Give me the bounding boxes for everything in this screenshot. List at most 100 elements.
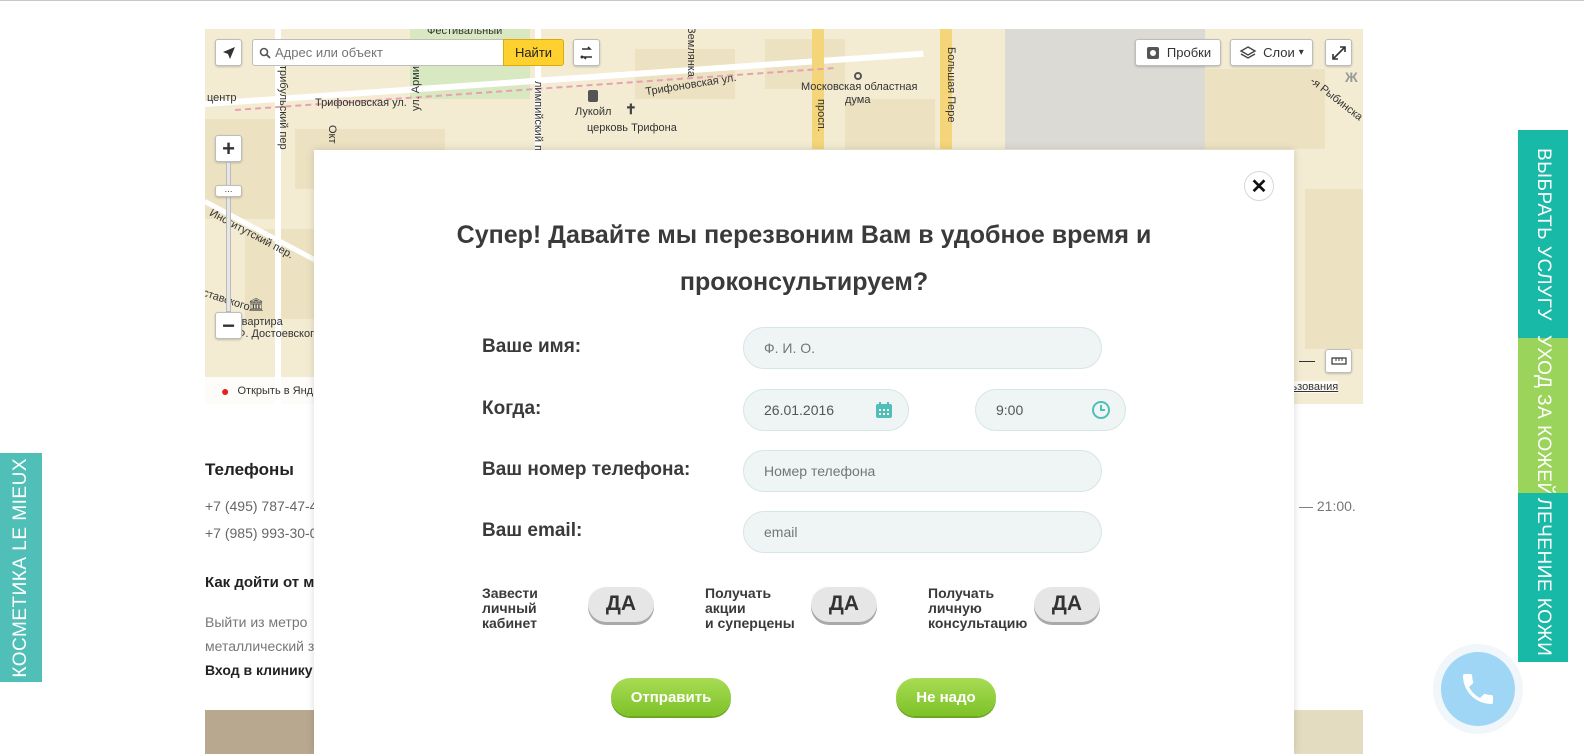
map-search-input[interactable] — [275, 45, 495, 60]
phone-field-wrapper — [743, 450, 1102, 492]
email-input[interactable] — [764, 524, 1101, 540]
submit-button[interactable]: Отправить — [611, 678, 731, 716]
option-line: Завести — [482, 585, 538, 601]
clock-icon[interactable] — [1091, 400, 1111, 420]
poi-label: Фестивальный — [427, 29, 503, 37]
traffic-label: Пробки — [1166, 45, 1212, 60]
map-block — [1305, 189, 1363, 349]
building-marker-icon — [854, 72, 862, 80]
plus-icon: + — [222, 135, 235, 161]
modal-title: Супер! Давайте мы перезвоним Вам в удобн… — [456, 221, 1152, 296]
street-label: лимпийский пр — [532, 81, 544, 158]
building-photo — [205, 710, 315, 754]
museum-icon: 🏛 — [248, 297, 265, 312]
layers-label: Слои — [1263, 45, 1295, 60]
map-pin-icon: ● — [221, 382, 230, 399]
phone-number[interactable]: +7 (495) 787-47-4 — [205, 498, 317, 514]
close-button[interactable]: ✕ — [1244, 171, 1274, 201]
option-line: кабинет — [482, 615, 537, 631]
minus-icon: − — [222, 312, 235, 338]
map-thumbnail — [1294, 710, 1363, 754]
street-label: Окт — [326, 125, 338, 144]
when-label: Когда: — [482, 398, 542, 419]
route-icon — [580, 45, 592, 60]
option-promotions-label: Получать акции и суперцены — [705, 586, 795, 631]
poi-label: Ф. Достоевского — [237, 328, 320, 340]
email-field-wrapper — [743, 511, 1102, 553]
directions-title: Как дойти от м — [205, 574, 315, 591]
poi-label: Московская областная — [801, 81, 918, 93]
fullscreen-button[interactable] — [1325, 39, 1352, 66]
street-label: Ж — [1345, 69, 1358, 85]
zoom-slider-handle[interactable]: ⋯ — [215, 185, 242, 197]
skin-treatment-label: ЛЕЧЕНИЕ КОЖИ — [1533, 498, 1554, 657]
consultation-yes-button[interactable]: ДА — [1034, 586, 1100, 622]
promotions-yes-button[interactable]: ДА — [811, 586, 877, 622]
choose-service-label: ВЫБРАТЬ УСЛУГУ — [1533, 147, 1554, 321]
phone-number[interactable]: +7 (985) 993-30-0 — [205, 525, 317, 541]
gas-station-icon — [588, 90, 598, 102]
clinic-entry-text: Вход в клинику — [205, 662, 313, 678]
open-in-yandex-link[interactable]: ● Открыть в Янд — [205, 377, 325, 404]
create-account-yes-button[interactable]: ДА — [588, 586, 654, 622]
poi-label: Лукойл — [575, 106, 612, 118]
skin-care-tab[interactable]: УХОД ЗА КОЖЕЙ — [1518, 335, 1568, 496]
phone-label: Ваш номер телефона: — [482, 459, 691, 480]
street-label: просп. — [815, 99, 827, 132]
layers-icon — [1239, 45, 1257, 59]
option-consultation-label: Получать личную консультацию — [928, 586, 1027, 631]
street-label: Трифоновская ул. — [315, 97, 407, 109]
scale-line — [1299, 361, 1315, 362]
name-field-wrapper — [743, 327, 1102, 369]
grip-icon: ⋯ — [224, 186, 233, 196]
poi-label: дума — [845, 94, 871, 106]
poi-label: центр — [207, 92, 237, 104]
geolocation-button[interactable] — [215, 39, 242, 66]
decline-button[interactable]: Не надо — [896, 678, 996, 716]
brand-side-tab[interactable]: КОСМЕТИКА LE MIEUX — [0, 453, 42, 682]
ruler-button[interactable] — [1325, 349, 1352, 373]
callback-widget-button[interactable] — [1441, 652, 1515, 726]
map-search-box[interactable] — [252, 39, 504, 66]
traffic-icon — [1146, 46, 1159, 59]
street-label: трибульский пер — [277, 65, 289, 150]
close-icon: ✕ — [1250, 175, 1268, 198]
map-block — [845, 99, 935, 149]
name-label: Ваше имя: — [482, 336, 582, 357]
brand-side-tab-label: КОСМЕТИКА LE MIEUX — [10, 457, 31, 678]
option-line: личный — [482, 600, 537, 616]
callback-modal: ✕ Супер! Давайте мы перезвоним Вам в удо… — [314, 150, 1294, 754]
poi-label: церковь Трифона — [587, 122, 677, 134]
church-icon: ✝ — [625, 101, 637, 117]
skin-treatment-tab[interactable]: ЛЕЧЕНИЕ КОЖИ — [1518, 493, 1568, 662]
phone-input[interactable] — [764, 463, 1101, 479]
navigation-arrow-icon — [222, 46, 235, 59]
option-account-label: Завести личный кабинет — [482, 586, 538, 631]
choose-service-tab[interactable]: ВЫБРАТЬ УСЛУГУ — [1518, 130, 1568, 338]
option-line: и суперцены — [705, 615, 795, 631]
zoom-out-button[interactable]: − — [215, 312, 242, 339]
traffic-button[interactable]: Пробки — [1135, 39, 1221, 66]
directions-text: Выйти из метро — [205, 614, 308, 630]
calendar-icon[interactable] — [874, 400, 894, 420]
option-line: акции — [705, 600, 746, 616]
route-button[interactable] — [573, 39, 600, 66]
directions-text: металлический з — [205, 638, 315, 654]
chevron-down-icon: ▾ — [1298, 47, 1304, 58]
top-border — [0, 0, 1584, 1]
option-line: консультацию — [928, 615, 1028, 631]
map-find-button[interactable]: Найти — [503, 39, 564, 66]
layers-button[interactable]: Слои ▾ — [1230, 39, 1313, 66]
working-hours-text: — 21:00. — [1299, 498, 1356, 514]
search-icon — [259, 47, 271, 59]
zoom-in-button[interactable]: + — [215, 135, 242, 162]
open-in-yandex-label: Открыть в Янд — [237, 384, 314, 397]
option-line: личную — [928, 600, 982, 616]
street-label: ул. Армии — [410, 59, 422, 111]
name-input[interactable] — [764, 340, 1101, 356]
skin-care-label: УХОД ЗА КОЖЕЙ — [1533, 334, 1554, 497]
street-label: Большая Пере — [945, 47, 957, 123]
phone-icon — [1463, 674, 1493, 704]
map-block — [1205, 69, 1325, 149]
street-label: Землянка — [685, 29, 697, 77]
